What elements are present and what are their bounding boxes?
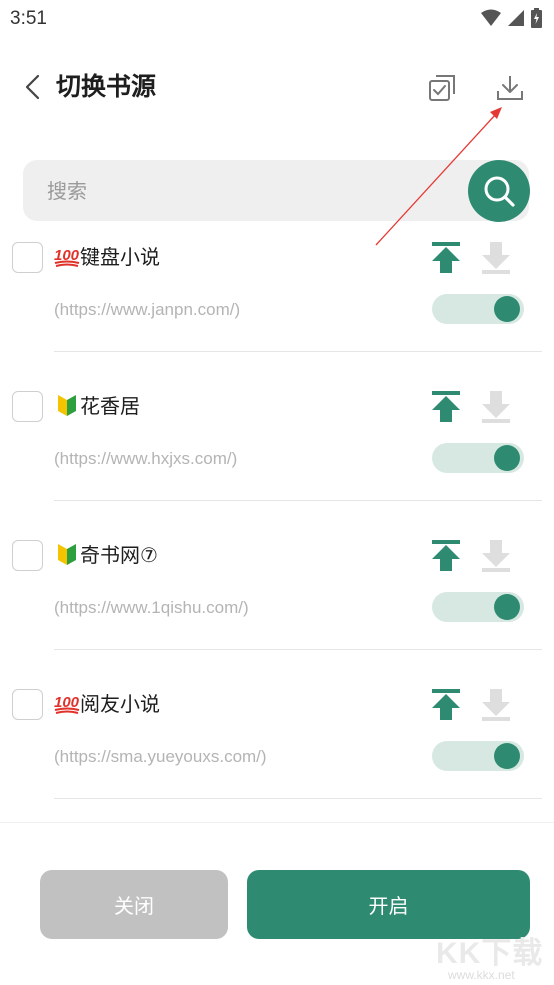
source-checkbox[interactable] <box>12 242 43 273</box>
list-item[interactable]: 100 键盘小说 (https://www.janpn.com/) <box>0 240 554 389</box>
source-toggle[interactable] <box>432 592 524 622</box>
list-item[interactable]: 花香居 (https://www.hxjxs.com/) <box>0 389 554 538</box>
divider <box>54 351 542 352</box>
divider <box>54 798 542 799</box>
back-button[interactable] <box>16 70 50 104</box>
source-name: 键盘小说 <box>80 245 160 269</box>
status-time: 3:51 <box>10 8 47 29</box>
close-button[interactable]: 关闭 <box>40 870 228 939</box>
search-button[interactable] <box>468 160 530 222</box>
select-all-button[interactable] <box>424 70 460 106</box>
source-name: 奇书网⑦ <box>80 543 158 567</box>
divider <box>54 500 542 501</box>
source-name: 阅友小说 <box>80 692 160 716</box>
status-bar: 3:51 <box>0 0 554 38</box>
search-box <box>23 160 529 221</box>
battery-icon <box>531 8 542 28</box>
toggle-knob <box>494 743 520 769</box>
beginner-badge-icon <box>58 544 76 565</box>
hundred-points-icon: 100 <box>54 247 80 267</box>
hundred-points-icon: 100 <box>54 694 80 714</box>
wifi-icon <box>481 9 501 26</box>
watermark-text: KK下载 <box>436 937 544 970</box>
arrow-bottom-icon[interactable] <box>478 687 514 723</box>
source-checkbox[interactable] <box>12 391 43 422</box>
toggle-knob <box>494 445 520 471</box>
watermark-url: www.kkx.net <box>448 968 515 982</box>
source-url: (https://sma.yueyouxs.com/) <box>54 747 267 766</box>
search-input[interactable] <box>47 176 447 206</box>
source-name: 花香居 <box>80 394 140 418</box>
arrow-top-icon[interactable] <box>428 538 464 574</box>
arrow-bottom-icon[interactable] <box>478 389 514 425</box>
list-item[interactable]: 奇书网⑦ (https://www.1qishu.com/) <box>0 538 554 687</box>
arrow-bottom-icon[interactable] <box>478 240 514 276</box>
import-button[interactable] <box>492 70 528 106</box>
chevron-left-icon <box>25 74 40 100</box>
app-bar: 切换书源 <box>0 58 554 118</box>
download-icon <box>497 76 523 100</box>
source-url: (https://www.hxjxs.com/) <box>54 449 238 468</box>
arrow-top-icon[interactable] <box>428 687 464 723</box>
source-toggle[interactable] <box>432 443 524 473</box>
page-title: 切换书源 <box>56 72 157 101</box>
signal-icon <box>508 10 524 26</box>
divider <box>54 649 542 650</box>
arrow-top-icon[interactable] <box>428 240 464 276</box>
toggle-knob <box>494 296 520 322</box>
source-checkbox[interactable] <box>12 689 43 720</box>
beginner-badge-icon <box>58 395 76 416</box>
source-toggle[interactable] <box>432 741 524 771</box>
source-toggle[interactable] <box>432 294 524 324</box>
search-icon <box>484 176 515 207</box>
source-url: (https://www.1qishu.com/) <box>54 598 249 617</box>
check-square-icon <box>429 75 455 101</box>
status-icons <box>481 8 542 28</box>
list-item[interactable]: 100 阅友小说 (https://sma.yueyouxs.com/) <box>0 687 554 836</box>
arrow-top-icon[interactable] <box>428 389 464 425</box>
source-url: (https://www.janpn.com/) <box>54 300 241 319</box>
arrow-bottom-icon[interactable] <box>478 538 514 574</box>
watermark: KK下载 www.kkx.net <box>436 928 550 984</box>
toggle-knob <box>494 594 520 620</box>
source-checkbox[interactable] <box>12 540 43 571</box>
